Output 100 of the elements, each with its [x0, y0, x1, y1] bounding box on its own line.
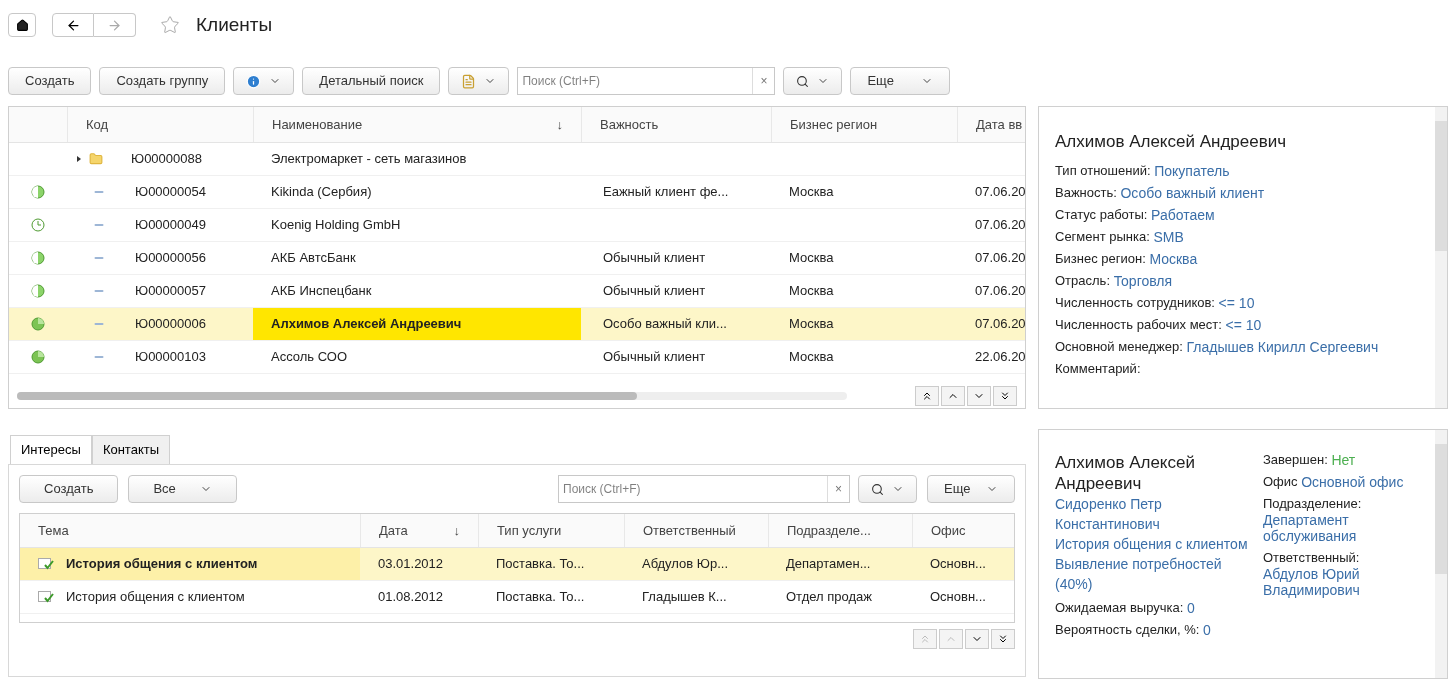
column-header[interactable]: Офис — [931, 520, 966, 541]
favorite-star-icon[interactable] — [160, 15, 180, 35]
table-cell-text: Москва — [788, 283, 835, 299]
field-value: Особо важный клиент — [1120, 184, 1265, 201]
field-label: Важность: — [1055, 184, 1117, 200]
home-button[interactable] — [8, 13, 36, 37]
field-label: Офис — [1263, 474, 1298, 489]
field-value: SMB — [1153, 228, 1184, 245]
more-button[interactable]: Еще — [927, 475, 1015, 503]
navigation-button[interactable] — [993, 386, 1017, 406]
table-cell-text: Поставка. То... — [496, 588, 585, 607]
navigation-button[interactable] — [941, 386, 965, 406]
column-header[interactable]: Код — [86, 114, 109, 135]
arrow-icon — [999, 390, 1011, 402]
table-cell-text: Электромаркет - сеть магазинов — [270, 150, 468, 169]
info-button[interactable] — [233, 67, 295, 95]
link[interactable]: Выявление потребностей (40%) — [1055, 554, 1251, 594]
field-label: Сегмент рынка: — [1055, 228, 1150, 244]
expand-triangle-icon[interactable] — [77, 156, 81, 162]
table-cell-text: АКБ Инспецбанк — [270, 282, 373, 301]
table-cell-text: История общения с клиентом — [66, 588, 245, 607]
table-cell-text: Обычный клиент — [602, 349, 707, 365]
table-cell-text: 03.01.2012 — [378, 555, 444, 574]
table-cell-text: Koenig Holding GmbH — [270, 216, 402, 235]
toolbar-button[interactable]: Создать группу — [99, 67, 226, 95]
vertical-scrollbar[interactable] — [1435, 430, 1447, 678]
search-options-button[interactable] — [858, 475, 917, 503]
navigation-button[interactable] — [991, 629, 1015, 649]
table-row[interactable]: История общения с клиентом 03.01.2012 Поставка. То... Абдулов Юр... Департамен... Основн... — [20, 548, 1014, 581]
table-row[interactable]: Ю00000049 Koenig Holding GmbH 07.06.20 — [9, 209, 1025, 242]
back-icon — [65, 17, 81, 33]
link[interactable]: История общения с клиентом — [1055, 534, 1251, 554]
navigation-button[interactable] — [915, 386, 939, 406]
table-cell-text: История общения с клиентом — [66, 555, 258, 574]
table-cell-text: Ю00000088 — [131, 150, 202, 169]
table-row[interactable]: Ю00000054 Kikinda (Сербия) Еажный клиент фе... Москва 07.06.20 — [9, 176, 1025, 209]
create-button[interactable]: Создать — [19, 475, 119, 503]
field-label: Завершен: — [1263, 452, 1328, 467]
table-cell-text: Ю00000103 — [135, 348, 206, 367]
column-header[interactable]: Тип услуги — [497, 520, 562, 541]
field-label: Комментарий: — [1055, 360, 1141, 376]
toolbar-button[interactable]: Создать — [8, 67, 92, 95]
column-header[interactable]: Дата вв — [976, 114, 1023, 135]
field-label: Численность сотрудников: — [1055, 294, 1215, 310]
table-row[interactable]: История общения с клиентом 01.08.2012 Поставка. То... Гладышев К... Отдел продаж Основн... — [20, 581, 1014, 614]
table-cell-text: 07.06.20 — [974, 283, 1025, 299]
tab[interactable]: Контакты — [91, 435, 171, 465]
document-icon — [461, 73, 477, 89]
report-button[interactable] — [448, 67, 510, 95]
column-header[interactable]: Важность — [600, 114, 659, 135]
field-label: Подразделение: — [1263, 496, 1362, 511]
tab[interactable]: Интересы — [10, 435, 92, 465]
column-header[interactable]: Бизнес регион — [790, 114, 878, 135]
table-cell-text: Обычный клиент — [602, 250, 707, 266]
navigation-button[interactable] — [965, 629, 989, 649]
clear-button[interactable]: × — [827, 476, 849, 502]
table-cell-text: Особо важный кли... — [602, 316, 728, 332]
table-cell-text: Гладышев К... — [642, 588, 727, 607]
field-value: 0 — [1187, 600, 1195, 616]
window-title: Клиенты — [196, 12, 273, 37]
link[interactable]: Сидоренко Петр Константинович — [1055, 494, 1251, 534]
search-field[interactable]: Поиск (Ctrl+F) × — [558, 475, 850, 503]
column-header[interactable]: Наименование — [272, 114, 363, 135]
field-value: Гладышев Кирилл Сергеевич — [1186, 338, 1379, 355]
table-row[interactable]: Ю00000006 Алхимов Алексей Андреевич Особо важный кли... Москва 07.06.20 — [9, 308, 1025, 341]
table-cell-text: 07.06.20 — [974, 316, 1025, 332]
more-button[interactable]: Еще — [850, 67, 951, 95]
column-header[interactable]: Ответственный — [643, 520, 736, 541]
table-row[interactable]: Ю00000103 Ассоль СОО Обычный клиент Москва 22.06.20 — [9, 341, 1025, 374]
arrow-icon — [919, 633, 931, 645]
search-icon — [871, 482, 884, 496]
column-header[interactable]: Тема — [38, 520, 69, 541]
navigation-button[interactable] — [967, 386, 991, 406]
field-value: Департамент обслуживания — [1263, 512, 1358, 544]
field-label: Вероятность сделки, %: — [1055, 622, 1200, 637]
filter-dropdown[interactable]: Все — [128, 475, 237, 503]
table-row[interactable]: Ю00000056 АКБ АвтсБанк Обычный клиент Москва 07.06.20 — [9, 242, 1025, 275]
folder-icon — [89, 152, 103, 166]
sort-indicator: ↓ — [556, 115, 563, 134]
field-value: 0 — [1203, 622, 1211, 638]
search-field[interactable]: Поиск (Ctrl+F) × — [517, 67, 776, 95]
vertical-scrollbar[interactable] — [1435, 107, 1447, 408]
field-label: Бизнес регион: — [1055, 250, 1146, 266]
table-cell-text: 07.06.20 — [974, 250, 1025, 266]
info-icon — [246, 73, 262, 89]
toolbar-button[interactable]: Детальный поиск — [302, 67, 441, 95]
table-row[interactable]: Ю00000088 Электромаркет - сеть магазинов — [9, 143, 1025, 176]
table-cell-text: Ю00000056 — [135, 249, 206, 268]
search-options-button[interactable] — [783, 67, 843, 95]
column-header[interactable]: Дата — [379, 520, 408, 541]
table-cell-text: Москва — [788, 184, 835, 200]
table-cell-text: Обычный клиент — [602, 283, 707, 299]
horizontal-scrollbar[interactable] — [17, 392, 847, 400]
clear-button[interactable]: × — [752, 68, 775, 94]
search-icon — [796, 74, 810, 88]
column-header[interactable]: Подразделе... — [787, 520, 871, 541]
table-cell-text: Поставка. То... — [496, 555, 585, 574]
forward-icon — [107, 17, 122, 33]
back-button[interactable] — [52, 13, 94, 37]
document-check-icon — [38, 558, 54, 570]
